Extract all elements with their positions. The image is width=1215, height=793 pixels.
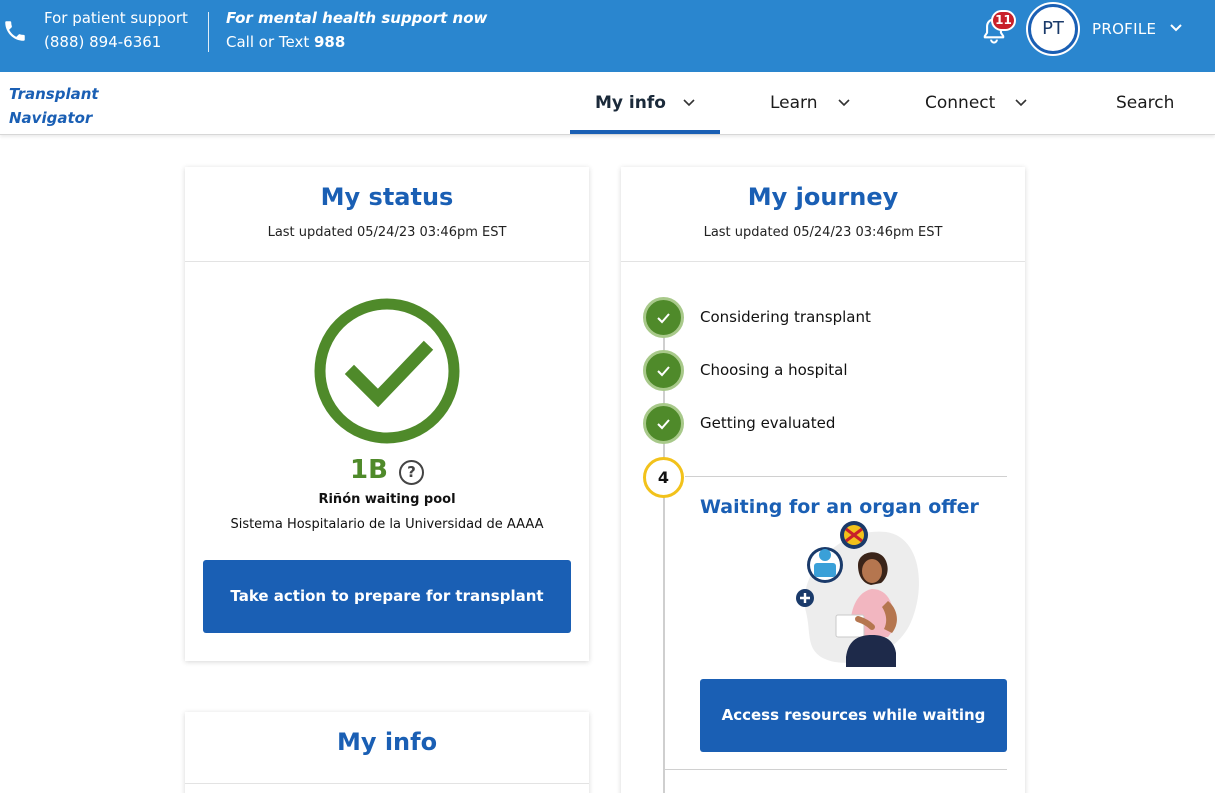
info-card: My info [185,712,589,793]
patient-support-label: For patient support [44,9,188,27]
status-card-header: My status Last updated 05/24/23 03:46pm … [185,167,589,262]
profile-menu-button[interactable]: PROFILE [1092,20,1156,38]
nav-search[interactable]: Search [1116,93,1174,113]
take-action-button[interactable]: Take action to prepare for transplant [203,560,571,633]
divider [208,12,209,52]
notification-count-badge: 11 [991,10,1016,31]
nav-learn-label: Learn [770,93,818,113]
step-current-indicator: 4 [643,457,684,498]
mental-health-prefix: Call or Text [226,33,314,51]
step-complete-indicator [643,350,684,391]
divider [685,476,1007,477]
top-support-bar: For patient support (888) 894-6361 For m… [0,0,1215,72]
nav-my-info-label: My info [595,93,666,113]
nav-my-info[interactable]: My info [595,93,695,113]
divider [665,769,1007,770]
status-tier: 1B [350,455,388,485]
chevron-down-icon [838,99,850,107]
hospital-name: Sistema Hospitalario de la Universidad d… [230,517,544,532]
step-label: Considering transplant [700,308,871,326]
mental-health-call-text[interactable]: Call or Text 988 [226,33,345,51]
chevron-down-icon [1015,99,1027,107]
status-card: My status Last updated 05/24/23 03:46pm … [185,167,589,661]
logo-line-2: Navigator [9,109,93,127]
journey-last-updated: Last updated 05/24/23 03:46pm EST [703,225,943,240]
check-icon [657,366,670,377]
status-card-title: My status [320,183,454,211]
access-resources-button[interactable]: Access resources while waiting [700,679,1007,752]
nav-connect-label: Connect [925,93,996,113]
main-navigation: Transplant Navigator My info Learn Conne… [0,72,1215,135]
step-label: Choosing a hospital [700,361,848,379]
info-card-header: My info [185,712,589,784]
chevron-down-icon [683,99,695,107]
step-label: Getting evaluated [700,414,836,432]
nav-search-label: Search [1116,93,1175,113]
journey-card: My journey Last updated 05/24/23 03:46pm… [621,167,1025,793]
help-icon[interactable]: ? [399,460,424,485]
phone-icon [5,21,25,41]
step-complete-indicator [643,297,684,338]
waiting-pool: Riñón waiting pool [318,492,456,507]
info-card-title: My info [336,728,438,756]
mental-health-label: For mental health support now [226,9,488,27]
status-last-updated: Last updated 05/24/23 03:46pm EST [267,225,507,240]
avatar[interactable]: PT [1028,4,1078,54]
notifications-button[interactable]: 11 [978,10,1018,46]
check-icon [657,313,670,324]
status-check-icon [314,298,460,444]
site-logo[interactable]: Transplant Navigator [9,82,99,130]
logo-line-1: Transplant [9,85,99,103]
waiting-patient-illustration [796,521,919,667]
current-step-title: Waiting for an organ offer [700,496,979,518]
chevron-down-icon[interactable] [1169,23,1183,33]
step-complete-indicator [643,403,684,444]
nav-learn[interactable]: Learn [770,93,850,113]
journey-card-title: My journey [747,183,899,211]
check-icon [657,419,670,430]
patient-support-phone[interactable]: (888) 894-6361 [44,33,161,51]
journey-card-header: My journey Last updated 05/24/23 03:46pm… [621,167,1025,262]
mental-health-number: 988 [314,33,346,51]
nav-connect[interactable]: Connect [925,93,1027,113]
nav-active-indicator [570,130,720,134]
